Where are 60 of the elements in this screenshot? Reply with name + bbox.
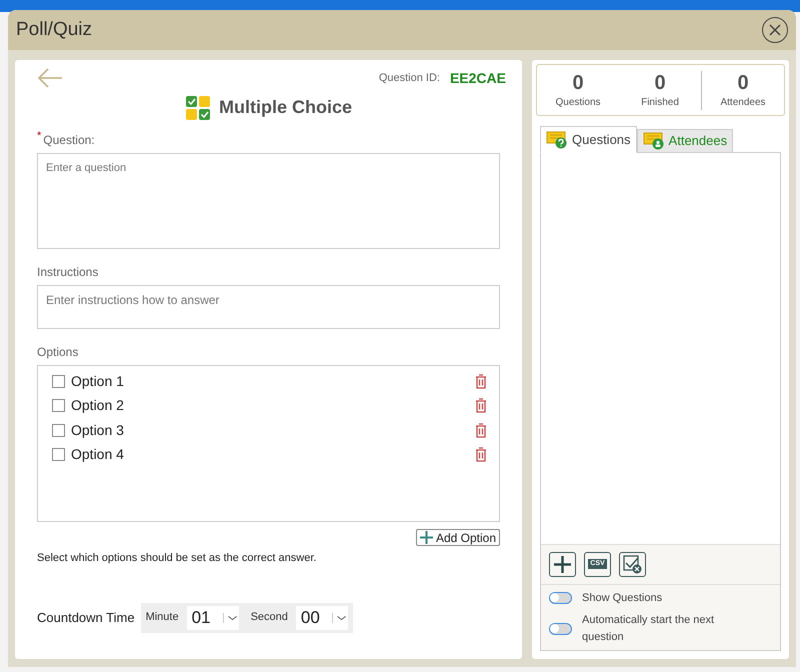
option-text: Option 2 <box>71 396 125 416</box>
question-input[interactable]: Enter a question <box>37 153 500 249</box>
trash-icon <box>475 374 487 389</box>
toggle-switch[interactable] <box>549 592 572 604</box>
trash-icon <box>475 398 487 414</box>
second-value: 00 <box>300 606 321 629</box>
stat-value: 0 <box>572 70 584 94</box>
window-title: Poll/Quiz <box>16 18 92 42</box>
close-icon <box>769 24 781 36</box>
question-type-heading: Multiple Choice <box>218 96 352 119</box>
delete-option-button[interactable] <box>475 447 487 462</box>
attendee-list-icon <box>642 132 665 150</box>
option-checkbox[interactable] <box>52 399 65 412</box>
option-checkbox[interactable] <box>52 374 65 388</box>
question-id-label: Question ID: <box>378 70 440 86</box>
second-select[interactable]: 00 <box>296 606 348 630</box>
option-text: Option 4 <box>71 445 125 464</box>
plus-icon <box>420 531 433 544</box>
delete-option-button[interactable] <box>475 374 487 389</box>
toggle-label: Automatically start the next question <box>582 613 716 644</box>
options-label: Options <box>37 344 80 361</box>
panel-tab[interactable]: Attendees <box>636 129 734 153</box>
option-text: Option 3 <box>71 420 125 440</box>
correct-answer-hint: Select which options should be set as the correct answer. <box>37 551 318 566</box>
trash-icon <box>475 447 487 462</box>
question-list-icon <box>546 130 568 148</box>
question-id-value: EE2CAE <box>450 68 506 88</box>
option-checkbox[interactable] <box>52 448 65 462</box>
checkbox-clear-icon <box>623 554 642 574</box>
minute-select[interactable]: 01 <box>186 606 239 630</box>
back-arrow-icon <box>37 67 63 89</box>
instructions-input[interactable]: Enter instructions how to answer <box>37 285 500 329</box>
plus-icon <box>554 556 571 572</box>
toggle-label: Show Questions <box>582 590 664 606</box>
required-mark: * <box>37 131 42 142</box>
close-button[interactable] <box>762 17 788 43</box>
option-text: Option 1 <box>71 372 125 391</box>
stat-value: 0 <box>654 70 666 94</box>
dropdown-caret-icon <box>222 612 239 622</box>
stat-label: Finished <box>641 96 679 110</box>
delete-option-button[interactable] <box>475 422 487 438</box>
stat-label: Questions <box>555 96 601 110</box>
second-label: Second <box>250 610 288 626</box>
add-option-button[interactable]: Add Option <box>416 529 500 546</box>
panel-tab[interactable]: Questions <box>540 126 637 153</box>
add-question-button[interactable] <box>549 552 576 576</box>
trash-icon <box>475 422 487 438</box>
delete-option-button[interactable] <box>475 398 487 414</box>
question-label: Question: <box>43 132 95 149</box>
minute-label: Minute <box>146 610 179 626</box>
toggle-switch[interactable] <box>549 622 572 634</box>
minute-value: 01 <box>190 606 212 629</box>
instructions-label: Instructions <box>37 264 100 281</box>
stat-value: 0 <box>737 70 749 94</box>
clear-answers-button[interactable] <box>619 552 646 576</box>
option-checkbox[interactable] <box>52 424 65 437</box>
dropdown-caret-icon <box>332 612 348 622</box>
multiple-choice-icon <box>184 94 211 120</box>
countdown-label: Countdown Time <box>37 608 135 627</box>
stat-label: Attendees <box>720 96 766 110</box>
